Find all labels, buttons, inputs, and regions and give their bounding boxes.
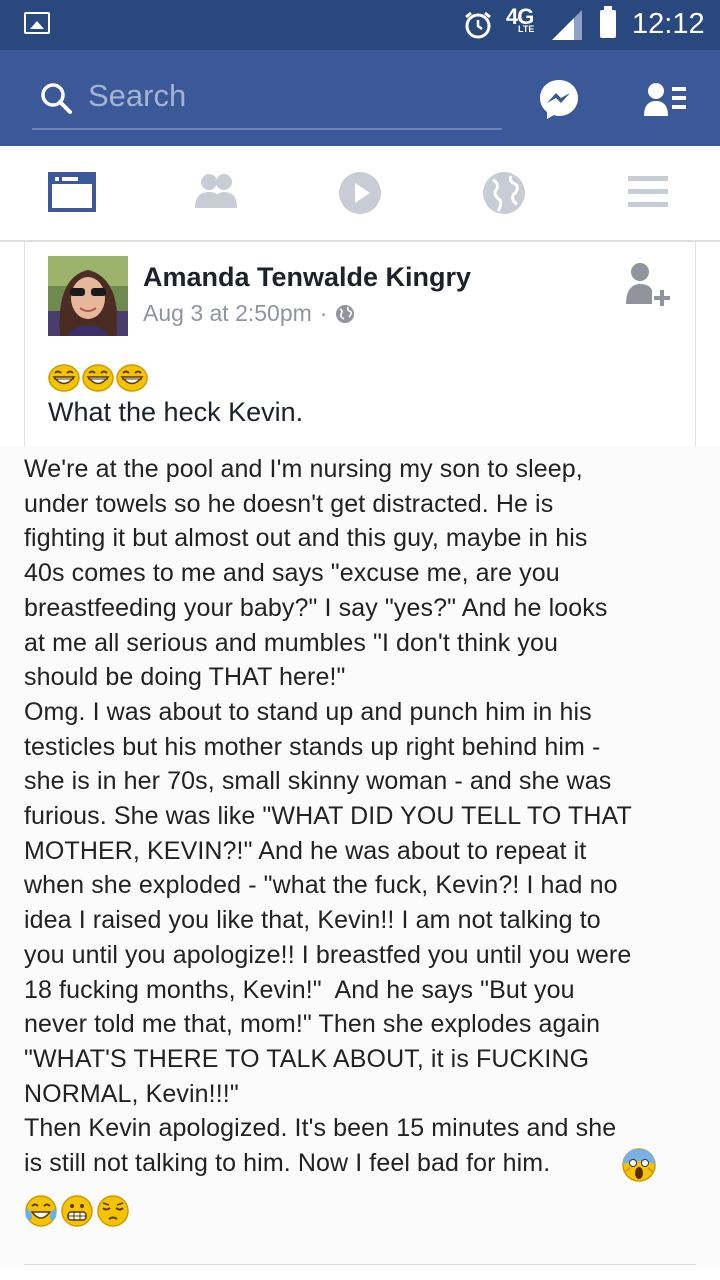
post-image-text[interactable]: We're at the pool and I'm nursing my son… [0, 446, 720, 1270]
tears-of-joy-emoji [25, 1195, 57, 1227]
signal-strength-icon [552, 10, 582, 40]
tab-news-feed-icon[interactable] [48, 170, 96, 214]
post-title-text: What the heck Kevin. [48, 397, 304, 427]
grinning-emoji [82, 364, 114, 392]
grimacing-emoji [61, 1195, 93, 1227]
gallery-notification-icon [24, 12, 50, 34]
network-subtype: LTE [518, 24, 535, 34]
tab-friends-icon[interactable] [191, 170, 241, 214]
messenger-icon[interactable] [538, 78, 580, 120]
avatar-photo [48, 256, 128, 336]
add-friend-icon[interactable] [624, 262, 672, 314]
post-timestamp[interactable]: Aug 3 at 2:50pm [143, 300, 312, 327]
search-icon[interactable] [40, 82, 72, 114]
post-author-name[interactable]: Amanda Tenwalde Kingry [143, 262, 471, 293]
public-globe-icon [336, 304, 355, 323]
post-meta: Aug 3 at 2:50pm · [143, 300, 355, 327]
emoji-row-bottom [24, 1194, 130, 1228]
post-divider [24, 1264, 696, 1265]
tab-video-icon[interactable] [337, 170, 383, 216]
battery-icon [600, 6, 616, 38]
search-input[interactable]: Search [88, 78, 186, 114]
grinning-emoji [48, 364, 80, 392]
grinning-emoji [116, 364, 148, 392]
friend-requests-icon[interactable] [644, 82, 688, 116]
status-clock: 12:12 [632, 8, 705, 40]
alarm-icon [465, 11, 491, 39]
pensive-emoji [97, 1195, 129, 1227]
tab-menu-icon[interactable] [626, 170, 670, 214]
tab-notifications-globe-icon[interactable] [481, 170, 527, 216]
status-bar: 4G LTE 12:12 [0, 0, 720, 50]
emoji-row-top [48, 364, 148, 392]
network-indicator: 4G LTE [506, 4, 534, 34]
search-underline [32, 128, 502, 130]
tab-bar [0, 146, 720, 242]
post-body-text: We're at the pool and I'm nursing my son… [24, 455, 632, 1178]
search-header: Search [0, 50, 720, 146]
screaming-emoji [622, 1148, 656, 1182]
meta-separator: · [319, 300, 328, 326]
author-avatar[interactable] [48, 256, 128, 336]
